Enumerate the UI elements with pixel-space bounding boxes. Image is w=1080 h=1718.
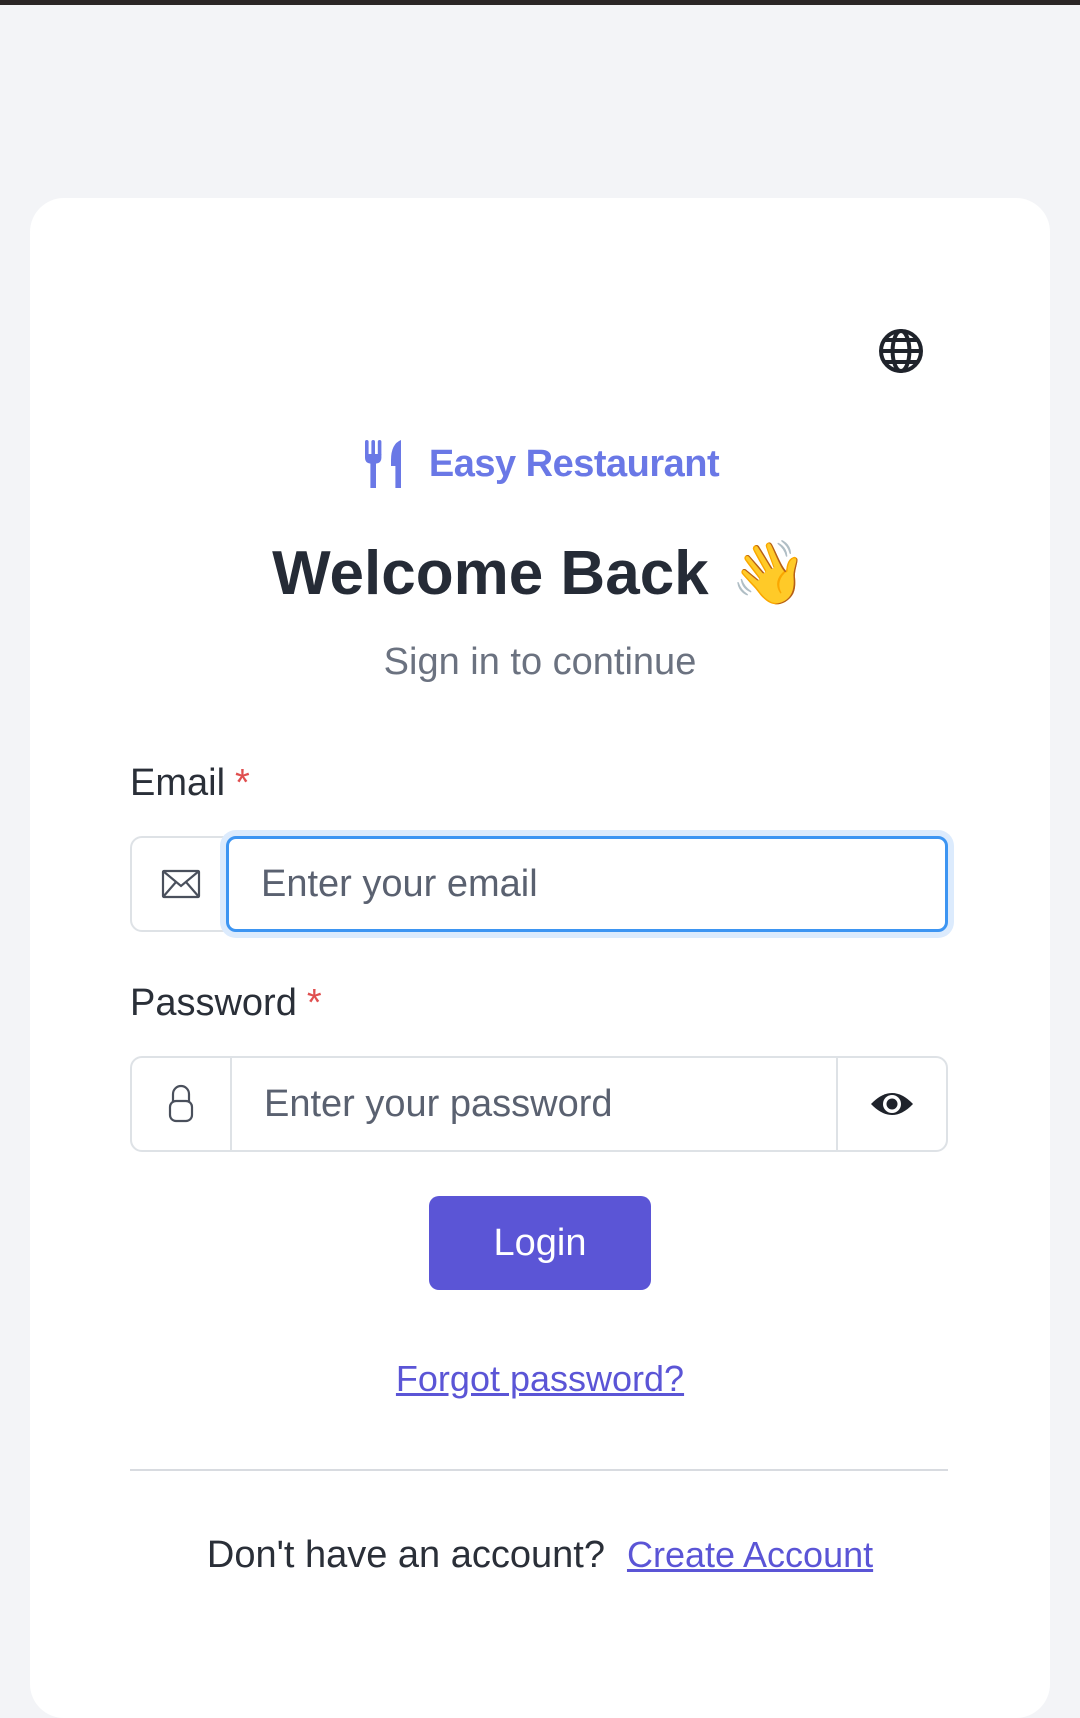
eye-icon: [871, 1093, 913, 1115]
password-label-text: Password: [130, 982, 297, 1024]
required-mark: *: [306, 982, 322, 1024]
envelope-icon: [161, 869, 201, 899]
brand-name: Easy Restaurant: [428, 442, 720, 485]
status-bar-edge: [0, 0, 1080, 5]
login-button[interactable]: Login: [429, 1196, 651, 1290]
password-input-group: [130, 1056, 948, 1152]
forgot-password-row: Forgot password?: [30, 1358, 1050, 1400]
password-input[interactable]: [232, 1056, 836, 1152]
language-button[interactable]: [874, 324, 928, 378]
globe-icon: [879, 329, 923, 373]
login-card: Easy Restaurant Welcome Back 👋 Sign in t…: [30, 198, 1050, 1718]
create-account-link[interactable]: Create Account: [627, 1534, 873, 1576]
page-title: Welcome Back 👋: [30, 538, 1050, 609]
password-addon: [130, 1056, 232, 1152]
wave-emoji: 👋: [730, 538, 808, 608]
lock-icon: [168, 1084, 194, 1123]
email-addon: [130, 836, 232, 932]
brand: Easy Restaurant: [30, 438, 1050, 490]
email-label: Email *: [130, 762, 250, 805]
signup-row: Don't have an account? Create Account: [30, 1534, 1050, 1577]
page-subtitle: Sign in to continue: [383, 641, 697, 683]
title-text: Welcome Back: [272, 539, 709, 608]
divider: [130, 1469, 948, 1471]
forgot-password-link[interactable]: Forgot password?: [396, 1358, 684, 1399]
required-mark: *: [235, 762, 250, 804]
no-account-text: Don't have an account?: [206, 1534, 605, 1576]
email-input-group: [130, 836, 948, 932]
email-label-text: Email: [130, 762, 226, 804]
show-password-button[interactable]: [836, 1056, 948, 1152]
email-input[interactable]: [226, 836, 948, 932]
utensils-icon: [364, 440, 401, 488]
password-label: Password *: [130, 982, 322, 1025]
